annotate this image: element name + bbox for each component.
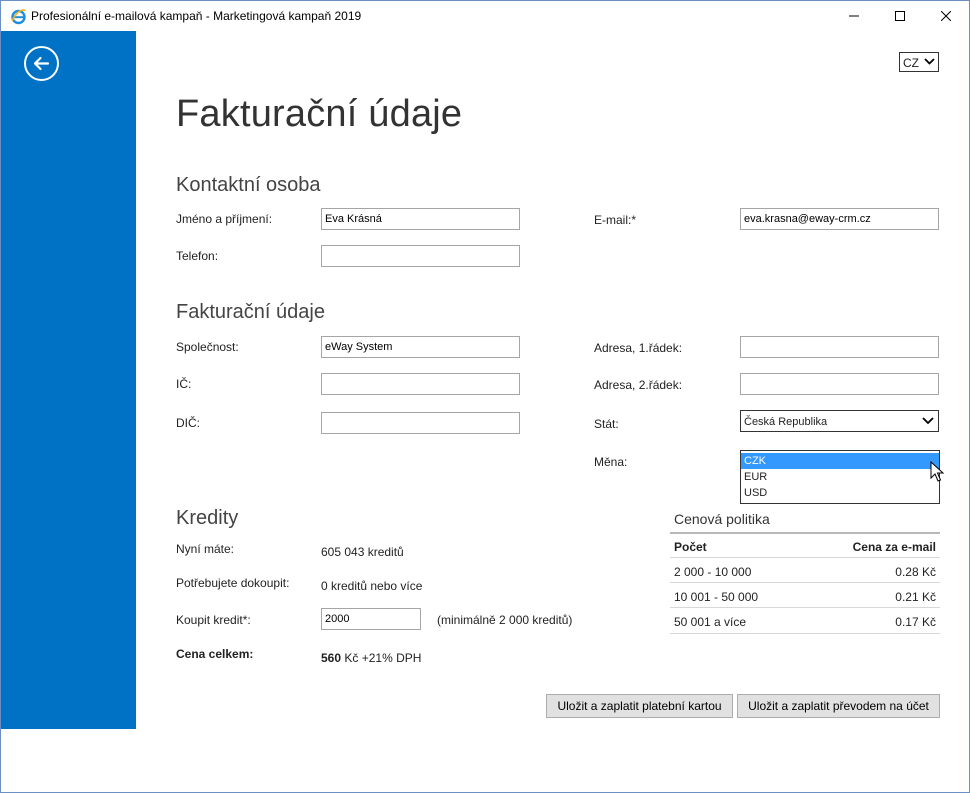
pay-card-button[interactable]: Uložit a zaplatit platební kartou bbox=[546, 694, 733, 718]
pay-transfer-button[interactable]: Uložit a zaplatit převodem na účet bbox=[737, 694, 940, 718]
address2-field[interactable] bbox=[740, 373, 939, 395]
pricing-rule bbox=[670, 607, 940, 608]
currency-listbox[interactable]: CZK EUR USD bbox=[740, 450, 940, 504]
phone-field[interactable] bbox=[321, 245, 520, 267]
credits-buy-label: Koupit kredit*: bbox=[176, 613, 251, 627]
chevron-down-icon bbox=[922, 417, 934, 425]
close-button[interactable] bbox=[923, 1, 969, 31]
credits-have-label: Nyní máte: bbox=[176, 542, 235, 556]
back-arrow-icon bbox=[33, 56, 50, 71]
total-price: 560 Kč +21% DPH bbox=[321, 651, 421, 665]
pricing-rule bbox=[670, 633, 940, 634]
internet-explorer-icon bbox=[10, 8, 27, 25]
close-icon bbox=[941, 11, 951, 21]
pricing-rule bbox=[670, 532, 940, 534]
sidebar bbox=[1, 31, 136, 729]
country-label: Stát: bbox=[594, 417, 619, 431]
email-label: E-mail:* bbox=[594, 213, 637, 227]
pricing-col-price: Cena za e-mail bbox=[852, 540, 936, 554]
currency-option-eur[interactable]: EUR bbox=[741, 469, 939, 485]
window-title: Profesionální e-mailová kampaň - Marketi… bbox=[31, 9, 362, 23]
dic-field[interactable] bbox=[321, 412, 520, 434]
pricing-row-price: 0.28 Kč bbox=[895, 565, 936, 579]
credits-need-value: 0 kreditů nebo více bbox=[321, 579, 423, 593]
pricing-rule bbox=[670, 557, 940, 558]
credits-heading: Kredity bbox=[176, 507, 239, 529]
address2-label: Adresa, 2.řádek: bbox=[594, 378, 683, 392]
country-select[interactable]: Česká Republika bbox=[740, 410, 939, 432]
back-button[interactable] bbox=[24, 46, 59, 81]
contact-heading: Kontaktní osoba bbox=[176, 174, 321, 196]
pricing-row-count: 50 001 a více bbox=[674, 615, 747, 629]
title-bar: Profesionální e-mailová kampaň - Marketi… bbox=[1, 1, 969, 31]
page-title: Fakturační údaje bbox=[176, 93, 463, 135]
pricing-row-count: 10 001 - 50 000 bbox=[674, 590, 759, 604]
maximize-icon bbox=[895, 11, 905, 21]
total-label: Cena celkem: bbox=[176, 647, 254, 661]
pricing-col-count: Počet bbox=[674, 540, 707, 554]
total-amount: 560 bbox=[321, 651, 342, 665]
app-window: Profesionální e-mailová kampaň - Marketi… bbox=[0, 0, 970, 793]
ic-field[interactable] bbox=[321, 373, 520, 395]
chevron-down-icon bbox=[924, 58, 935, 65]
mouse-pointer-icon bbox=[930, 461, 944, 482]
maximize-button[interactable] bbox=[877, 1, 923, 31]
company-field[interactable]: eWay System bbox=[321, 336, 520, 358]
pricing-title: Cenová politika bbox=[674, 511, 770, 527]
language-value: CZ bbox=[903, 56, 919, 70]
country-value: Česká Republika bbox=[744, 416, 828, 428]
company-label: Společnost: bbox=[176, 340, 239, 354]
address1-field[interactable] bbox=[740, 336, 939, 358]
credits-buy-field[interactable]: 2000 bbox=[321, 608, 421, 630]
billing-heading: Fakturační údaje bbox=[176, 301, 325, 323]
minimize-icon bbox=[849, 15, 859, 17]
credits-have-value: 605 043 kreditů bbox=[321, 545, 404, 559]
phone-label: Telefon: bbox=[176, 249, 219, 263]
currency-option-usd[interactable]: USD bbox=[741, 485, 939, 501]
credits-buy-hint: (minimálně 2 000 kreditů) bbox=[437, 613, 573, 627]
pricing-row-count: 2 000 - 10 000 bbox=[674, 565, 752, 579]
pricing-row-price: 0.17 Kč bbox=[895, 615, 936, 629]
ic-label: IČ: bbox=[176, 377, 192, 391]
total-suffix: Kč +21% DPH bbox=[344, 651, 422, 665]
minimize-button[interactable] bbox=[831, 1, 877, 31]
currency-option-czk[interactable]: CZK bbox=[741, 453, 939, 469]
currency-label: Měna: bbox=[594, 455, 628, 469]
address1-label: Adresa, 1.řádek: bbox=[594, 341, 683, 355]
pricing-rule bbox=[670, 582, 940, 583]
name-label: Jméno a příjmení: bbox=[176, 212, 273, 226]
credits-need-label: Potřebujete dokoupit: bbox=[176, 576, 290, 590]
pricing-row-price: 0.21 Kč bbox=[895, 590, 936, 604]
language-select[interactable]: CZ bbox=[899, 52, 939, 72]
dic-label: DIČ: bbox=[176, 416, 200, 430]
name-field[interactable]: Eva Krásná bbox=[321, 208, 520, 230]
email-field[interactable]: eva.krasna@eway-crm.cz bbox=[740, 208, 939, 230]
